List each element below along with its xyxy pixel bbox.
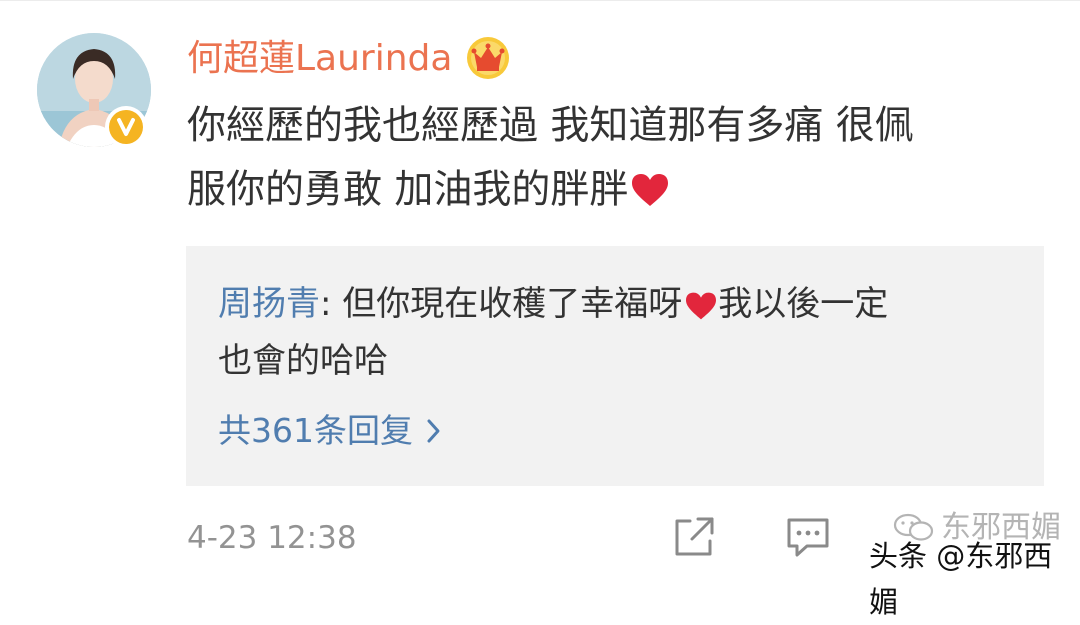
reply-author[interactable]: 周扬青	[218, 284, 320, 324]
reply-text: 周扬青: 但你現在收穫了幸福呀 我以後一定 也會的哈哈	[218, 276, 1008, 390]
reply-count-label: 共361条回复	[218, 411, 413, 450]
verified-badge-icon	[109, 110, 143, 144]
reply-preview[interactable]: 周扬青: 但你現在收穫了幸福呀 我以後一定 也會的哈哈 共361条回复	[186, 246, 1044, 486]
view-replies-link[interactable]: 共361条回复	[218, 406, 443, 456]
top-divider	[0, 0, 1080, 1]
reply-line-1: 周扬青: 但你現在收穫了幸福呀 我以後一定	[218, 276, 1008, 333]
share-icon[interactable]	[672, 515, 716, 559]
comment-text-1: 你經歷的我也經歷過 我知道那有多痛 很佩	[187, 103, 914, 149]
chevron-right-icon	[427, 419, 440, 443]
comment-line-1: 你經歷的我也經歷過 我知道那有多痛 很佩	[187, 94, 1047, 158]
vip-crown-icon[interactable]	[466, 36, 510, 80]
comment-timestamp: 4-23 12:38	[187, 520, 357, 556]
reply-line-2: 也會的哈哈	[218, 333, 1008, 390]
reply-separator: :	[320, 284, 343, 324]
reply-text-part1: 但你現在收穫了幸福呀	[342, 284, 683, 324]
comment-text-2: 服你的勇敢 加油我的胖胖	[187, 167, 629, 212]
comment-body: 你經歷的我也經歷過 我知道那有多痛 很佩 服你的勇敢 加油我的胖胖	[187, 94, 1047, 221]
heart-emoji-icon	[686, 292, 717, 319]
comment-line-2: 服你的勇敢 加油我的胖胖	[187, 158, 1047, 222]
reply-text-line2: 也會的哈哈	[218, 341, 388, 381]
heart-emoji-icon	[632, 174, 669, 206]
toutiao-watermark: 头条 @东邪西媚	[869, 539, 1053, 619]
reply-text-part2: 我以後一定	[718, 284, 889, 324]
username[interactable]: 何超蓮Laurinda	[187, 34, 452, 84]
verified-badge	[105, 106, 147, 148]
comment-icon[interactable]	[785, 515, 831, 559]
